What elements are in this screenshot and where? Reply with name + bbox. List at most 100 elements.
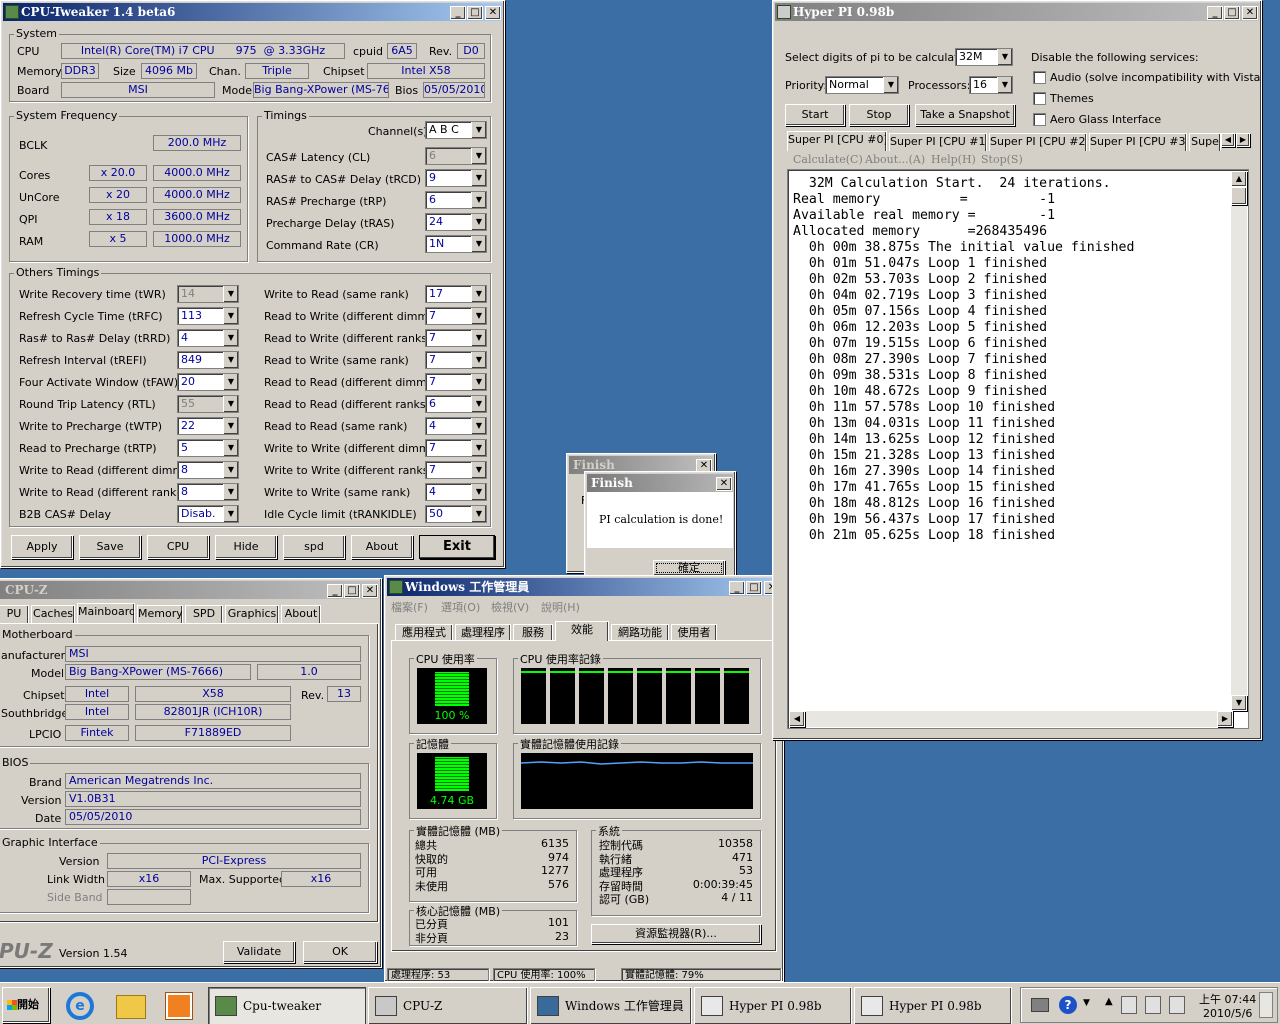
keyboard-icon[interactable] — [1031, 998, 1049, 1012]
close-button[interactable]: ✕ — [716, 477, 732, 491]
maximize-button[interactable]: □ — [467, 6, 483, 20]
taskbar-button[interactable]: Cpu-tweaker — [208, 987, 366, 1024]
timing-select[interactable]: 113 ▼ — [177, 307, 239, 325]
scroll-up-icon[interactable]: ▲ — [1231, 171, 1247, 187]
exit-button[interactable]: Exit — [419, 535, 495, 559]
timing-select[interactable]: 4 ▼ — [425, 417, 487, 435]
clock-date[interactable]: 2010/5/6 — [1203, 1007, 1252, 1020]
minimize-button[interactable]: _ — [1207, 6, 1223, 20]
timing-select[interactable]: 9 ▼ — [425, 169, 487, 187]
tab-spd[interactable]: SPD — [185, 605, 223, 623]
taskbar-button[interactable]: CPU-Z — [368, 987, 528, 1024]
maximize-button[interactable]: □ — [1224, 6, 1240, 20]
validate-button[interactable]: Validate — [223, 941, 295, 963]
ok-button[interactable]: OK — [303, 941, 377, 963]
timing-select[interactable]: 4 ▼ — [177, 329, 239, 347]
checkbox[interactable] — [1033, 71, 1046, 84]
timing-select[interactable]: 6 ▼ — [425, 147, 487, 165]
tab-4[interactable]: 網路功能 — [611, 624, 669, 641]
menu-item[interactable]: Calculate(C) — [793, 153, 863, 166]
tab-cpu-1[interactable]: Super PI [CPU #1] — [889, 133, 987, 151]
clock-time[interactable]: 上午 07:44 — [1199, 991, 1256, 1007]
horizontal-scrollbar[interactable]: ◀ ▶ — [789, 711, 1233, 727]
finish-dialog-titlebar[interactable]: Finish ✕ — [587, 474, 733, 492]
cpu-button[interactable]: CPU — [147, 535, 209, 559]
tab-cpu-4[interactable]: Supe — [1189, 133, 1221, 151]
hide-button[interactable]: Hide — [215, 535, 277, 559]
speaker-icon[interactable] — [1121, 996, 1137, 1014]
timing-select[interactable]: 24 ▼ — [425, 213, 487, 231]
processors-select[interactable]: 16 ▼ — [969, 76, 1013, 94]
scroll-down-icon[interactable]: ▼ — [1231, 695, 1247, 711]
timing-select[interactable]: 50 ▼ — [425, 505, 487, 523]
timing-select[interactable]: 7 ▼ — [425, 373, 487, 391]
tab-2[interactable]: 服務 — [513, 624, 553, 641]
tab-scroll-right-icon[interactable]: ▶ — [1236, 133, 1250, 147]
taskbar-button[interactable]: Hyper PI 0.98b — [694, 987, 852, 1024]
menu-item[interactable]: 檔案(F) — [391, 599, 428, 615]
cpu-tweaker-titlebar[interactable]: CPU-Tweaker 1.4 beta6 _ □ ✕ — [3, 3, 502, 21]
tab-3[interactable]: 效能 — [555, 621, 609, 641]
chevron-up-icon[interactable]: ▲ — [1105, 996, 1113, 1007]
scroll-thumb[interactable] — [1231, 187, 1247, 205]
output-textarea[interactable]: 32M Calculation Start. 24 iterations. Re… — [787, 169, 1249, 729]
timing-select[interactable]: 849 ▼ — [177, 351, 239, 369]
tab-about[interactable]: About — [281, 605, 321, 623]
tab-cpu-0[interactable]: Super PI [CPU #0] — [787, 131, 887, 151]
vertical-scrollbar[interactable]: ▲ ▼ — [1231, 171, 1247, 711]
menu-item[interactable]: 說明(H) — [541, 599, 580, 615]
timing-select[interactable]: 17 ▼ — [425, 285, 487, 303]
close-button[interactable]: ✕ — [362, 584, 378, 598]
about-button[interactable]: About — [351, 535, 413, 559]
digits-select[interactable]: 32M ▼ — [955, 48, 1013, 66]
tab-cpu-2[interactable]: Super PI [CPU #2] — [989, 133, 1087, 151]
timing-select[interactable]: 55 ▼ — [177, 395, 239, 413]
maximize-button[interactable]: □ — [746, 581, 762, 595]
task-manager-titlebar[interactable]: Windows 工作管理員 _□✕ — [387, 578, 781, 596]
timing-select[interactable]: 20 ▼ — [177, 373, 239, 391]
apply-button[interactable]: Apply — [11, 535, 73, 559]
timing-select[interactable]: 7 ▼ — [425, 461, 487, 479]
tab-pu[interactable]: PU — [0, 605, 29, 623]
menu-item[interactable]: 檢視(V) — [491, 599, 529, 615]
timing-select[interactable]: 7 ▼ — [425, 439, 487, 457]
timing-select[interactable]: 4 ▼ — [425, 483, 487, 501]
timing-select[interactable]: 7 ▼ — [425, 351, 487, 369]
timing-select[interactable]: 6 ▼ — [425, 191, 487, 209]
scroll-left-icon[interactable]: ◀ — [789, 711, 805, 727]
start-button[interactable]: Start — [785, 104, 845, 126]
taskbar-button[interactable]: Windows 工作管理員 — [530, 987, 692, 1024]
checkbox[interactable] — [1033, 113, 1046, 126]
tab-caches[interactable]: Caches — [31, 605, 75, 623]
minimize-button[interactable]: _ — [327, 584, 343, 598]
cpuz-titlebar[interactable]: CPU-Z _ □ ✕ — [0, 581, 379, 599]
minimize-button[interactable]: _ — [729, 581, 745, 595]
timing-select[interactable]: 8 ▼ — [177, 461, 239, 479]
resource-monitor-button[interactable]: 資源監視器(R)... — [591, 924, 761, 944]
tab-cpu-3[interactable]: Super PI [CPU #3] — [1089, 133, 1187, 151]
hyper-pi-titlebar[interactable]: Hyper PI 0.98b _ □ ✕ — [775, 3, 1259, 21]
timing-select[interactable]: 22 ▼ — [177, 417, 239, 435]
close-button[interactable]: ✕ — [1242, 6, 1258, 20]
show-desktop-button[interactable] — [1259, 992, 1273, 1018]
tab-1[interactable]: 處理程序 — [455, 624, 511, 641]
timing-select[interactable]: Disab. ▼ — [177, 505, 239, 523]
timing-select[interactable]: 7 ▼ — [425, 329, 487, 347]
close-button[interactable]: ✕ — [485, 6, 501, 20]
tab-0[interactable]: 應用程式 — [395, 624, 453, 641]
help-icon[interactable]: ? — [1059, 996, 1077, 1014]
scroll-right-icon[interactable]: ▶ — [1217, 711, 1233, 727]
checkbox[interactable] — [1033, 92, 1046, 105]
internet-explorer-icon[interactable]: e — [66, 992, 94, 1020]
media-player-icon[interactable] — [166, 993, 192, 1019]
timing-select[interactable]: 14 ▼ — [177, 285, 239, 303]
timing-select[interactable]: 6 ▼ — [425, 395, 487, 413]
stop-button[interactable]: Stop — [849, 104, 909, 126]
menu-item[interactable]: Stop(S) — [981, 153, 1023, 166]
ok-button[interactable]: 確定 — [653, 560, 725, 576]
folder-icon[interactable] — [116, 995, 146, 1019]
menu-item[interactable]: 選項(O) — [441, 599, 480, 615]
start-button[interactable]: 開始 — [2, 987, 50, 1023]
tab-graphics[interactable]: Graphics — [225, 605, 279, 623]
network-icon[interactable] — [1145, 996, 1161, 1014]
